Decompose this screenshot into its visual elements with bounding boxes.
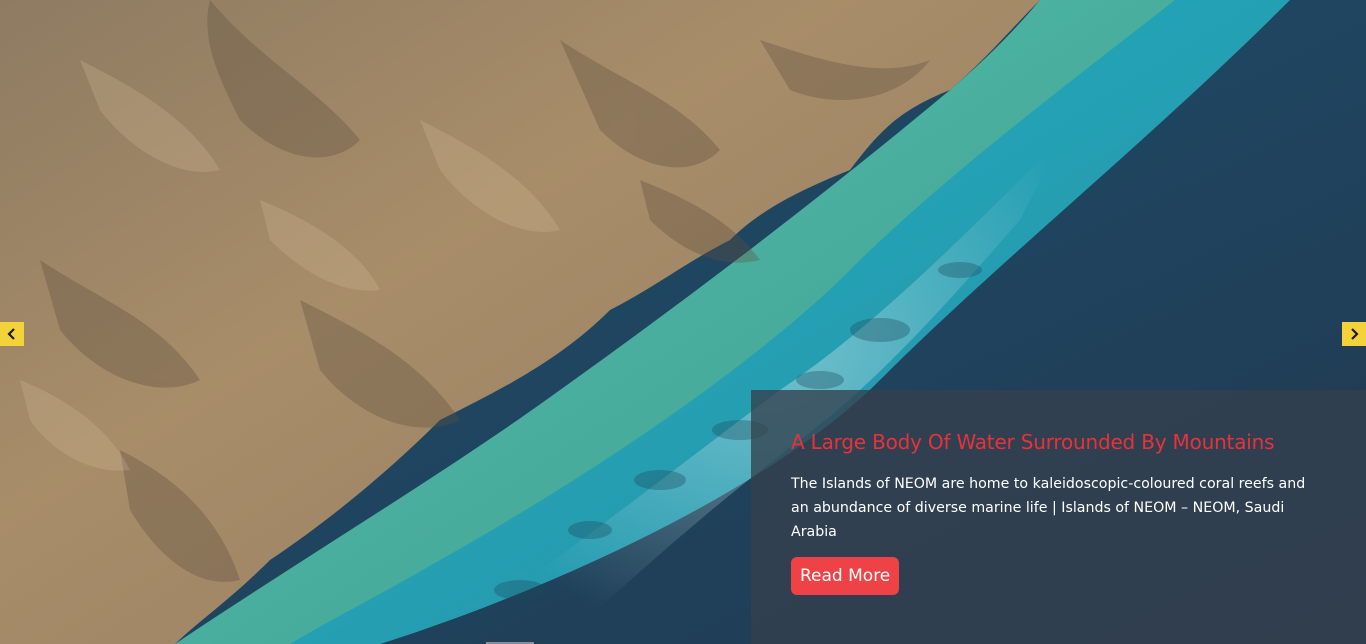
prev-slide-button[interactable] — [0, 322, 24, 346]
chevron-left-icon — [7, 328, 15, 340]
next-slide-button[interactable] — [1342, 322, 1366, 346]
slide-caption: A Large Body Of Water Surrounded By Moun… — [751, 390, 1366, 644]
read-more-button[interactable]: Read More — [791, 557, 900, 595]
slide-description: The Islands of NEOM are home to kaleidos… — [791, 476, 1306, 540]
slide-title: A Large Body Of Water Surrounded By Moun… — [791, 430, 1275, 454]
chevron-right-icon — [1351, 328, 1359, 340]
hero-slider: A Large Body Of Water Surrounded By Moun… — [0, 0, 1366, 644]
